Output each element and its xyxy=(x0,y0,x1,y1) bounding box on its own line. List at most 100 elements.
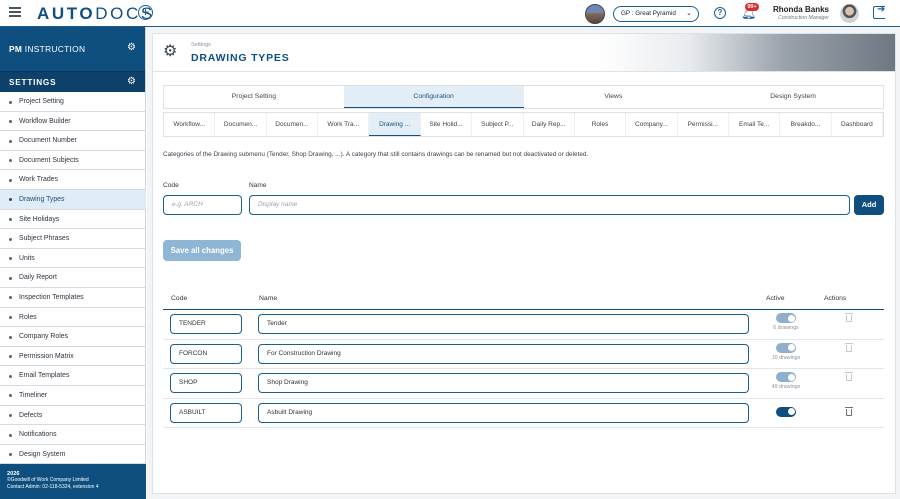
code-input[interactable]: e.g. ARCH xyxy=(163,195,242,215)
settings-section-header: SETTINGS ⚙ xyxy=(0,71,145,92)
drawing-count: 10 drawings xyxy=(771,354,801,361)
sub-tab[interactable]: Site Holid... xyxy=(421,113,473,136)
sidebar-item[interactable]: Document Subjects xyxy=(0,151,146,171)
sub-tab[interactable]: Documen... xyxy=(267,113,319,136)
sub-tab[interactable]: Subject P... xyxy=(472,113,524,136)
main-tab[interactable]: Configuration xyxy=(343,86,524,108)
table-row: FORCON For Construction Drawing 10 drawing… xyxy=(163,340,884,369)
active-toggle xyxy=(776,342,796,353)
main-content: ⚙ Settings DRAWING TYPES Project Setting… xyxy=(147,27,900,499)
chevron-down-icon: ⌄ xyxy=(686,10,692,17)
project-thumbnail xyxy=(585,4,605,24)
sub-tab[interactable]: Breakdo... xyxy=(780,113,832,136)
sidebar-item[interactable]: Site Holidays xyxy=(0,210,146,230)
gear-icon[interactable]: ⚙ xyxy=(127,42,136,53)
sub-tabs: Workflow... Documen... Documen... Work Tra.… xyxy=(163,112,884,137)
add-icon[interactable]: + xyxy=(138,5,153,20)
module-header[interactable]: PM INSTRUCTION ⚙ xyxy=(0,27,145,71)
sidebar-item[interactable]: Design System xyxy=(0,445,146,465)
sidebar-item[interactable]: Subject Phrases xyxy=(0,229,146,249)
sidebar-menu: Project Setting Workflow Builder Document … xyxy=(0,92,146,465)
name-input[interactable]: Display name xyxy=(249,195,850,215)
project-selector[interactable]: GP : Great Pyramid ⌄ xyxy=(613,6,699,22)
active-toggle xyxy=(776,372,796,382)
code-label: Code xyxy=(163,182,179,189)
breadcrumb[interactable]: Settings xyxy=(191,42,211,48)
sidebar-item[interactable]: Notifications xyxy=(0,425,146,445)
code-field[interactable]: ASBUILT xyxy=(170,402,242,423)
name-field[interactable]: Shop Drawing xyxy=(258,373,749,393)
sidebar-item[interactable]: Company Roles xyxy=(0,327,146,347)
main-tab[interactable]: Design System xyxy=(703,86,883,108)
user-name: Rhonda Banks xyxy=(772,5,829,14)
drawing-count: 49 drawings xyxy=(771,384,801,390)
column-header-active: Active xyxy=(766,295,785,302)
sub-tab[interactable]: Work Tra... xyxy=(318,113,370,136)
table-row: TENDER Tender 6 drawings xyxy=(163,310,884,340)
sidebar-item[interactable]: Drawing Types xyxy=(0,189,146,210)
main-tab[interactable]: Views xyxy=(524,86,704,108)
sidebar-item[interactable]: Document Number xyxy=(0,131,146,151)
name-field[interactable]: Tender xyxy=(258,314,749,334)
sidebar-item[interactable]: Workflow Builder xyxy=(0,112,146,132)
table-row: SHOP Shop Drawing 49 drawings xyxy=(163,369,884,399)
sub-tab[interactable]: Roles xyxy=(575,113,627,136)
column-header-actions: Actions xyxy=(824,295,847,302)
app-logo[interactable]: AUTODOCS xyxy=(37,4,155,24)
trash-icon xyxy=(845,342,853,352)
sidebar-item[interactable]: Permission Matrix xyxy=(0,347,146,367)
sidebar-item[interactable]: Defects xyxy=(0,406,146,426)
main-tab[interactable]: Project Setting xyxy=(164,86,344,108)
active-toggle xyxy=(776,313,796,323)
drawing-types-table: Code Name Active Actions TENDER Tender 6 d… xyxy=(163,290,884,428)
page-title: DRAWING TYPES xyxy=(191,52,290,64)
sidebar-item[interactable]: Timeliner xyxy=(0,386,146,406)
sub-tab[interactable]: Documen... xyxy=(215,113,267,136)
sub-tab[interactable]: Daily Rep... xyxy=(524,113,575,136)
table-row: ASBUILT Asbuilt Drawing xyxy=(163,399,884,428)
name-field[interactable]: For Construction Drawing xyxy=(258,343,749,364)
menu-icon[interactable] xyxy=(9,7,21,19)
sub-tab[interactable]: Company... xyxy=(626,113,678,136)
sidebar-item[interactable]: Units xyxy=(0,249,146,269)
trash-icon[interactable] xyxy=(845,406,853,416)
code-field[interactable]: TENDER xyxy=(170,314,242,334)
sidebar-item[interactable]: Inspection Templates xyxy=(0,288,146,308)
name-field[interactable]: Asbuilt Drawing xyxy=(258,402,749,423)
add-button[interactable]: Add xyxy=(854,195,884,215)
main-tabs: Project Setting Configuration Views Design … xyxy=(163,85,884,109)
user-role: Construction Manager xyxy=(777,15,829,21)
code-field[interactable]: FORCON xyxy=(170,343,242,364)
page-header: ⚙ Settings DRAWING TYPES xyxy=(153,34,895,72)
gear-icon: ⚙ xyxy=(127,76,136,87)
sidebar-item[interactable]: Email Templates xyxy=(0,366,146,386)
table-header: Code Name Active Actions xyxy=(163,290,884,310)
save-all-changes-button[interactable]: Save all changes xyxy=(163,240,241,261)
logout-icon[interactable] xyxy=(873,4,885,19)
sub-tab[interactable]: Permissi... xyxy=(678,113,729,136)
sub-tab[interactable]: Dashboard xyxy=(832,113,884,136)
column-header-name: Name xyxy=(259,295,278,302)
name-label: Name xyxy=(249,182,267,189)
description-text: Categories of the Drawing submenu (Tende… xyxy=(163,151,589,158)
avatar[interactable] xyxy=(840,4,859,23)
gear-icon: ⚙ xyxy=(163,43,178,60)
sidebar-item[interactable]: Project Setting xyxy=(0,92,146,112)
settings-card: ⚙ Settings DRAWING TYPES Project Setting… xyxy=(152,33,896,494)
code-field[interactable]: SHOP xyxy=(170,373,242,393)
sidebar-footer: 2026 ©Goodwill of Work Company Limited C… xyxy=(0,464,146,499)
notification-badge: 99+ xyxy=(745,3,759,11)
active-toggle[interactable] xyxy=(776,406,796,417)
drawing-count: 6 drawings xyxy=(773,325,799,331)
column-header-code: Code xyxy=(171,295,188,302)
help-icon[interactable]: ? xyxy=(714,7,726,19)
top-bar: AUTODOCS + GP : Great Pyramid ⌄ ? 🔔︎ 99+ … xyxy=(0,0,900,27)
sub-tab[interactable]: Workflow... xyxy=(164,113,216,136)
sidebar: PM INSTRUCTION ⚙ SETTINGS ⚙ Project Sett… xyxy=(0,27,146,499)
sidebar-item[interactable]: Roles xyxy=(0,308,146,328)
sidebar-item[interactable]: Work Trades xyxy=(0,170,146,190)
sub-tab[interactable]: Email Te... xyxy=(729,113,781,136)
sidebar-item[interactable]: Daily Report xyxy=(0,268,146,288)
sub-tab[interactable]: Drawing ... xyxy=(369,113,421,136)
trash-icon xyxy=(845,313,853,322)
